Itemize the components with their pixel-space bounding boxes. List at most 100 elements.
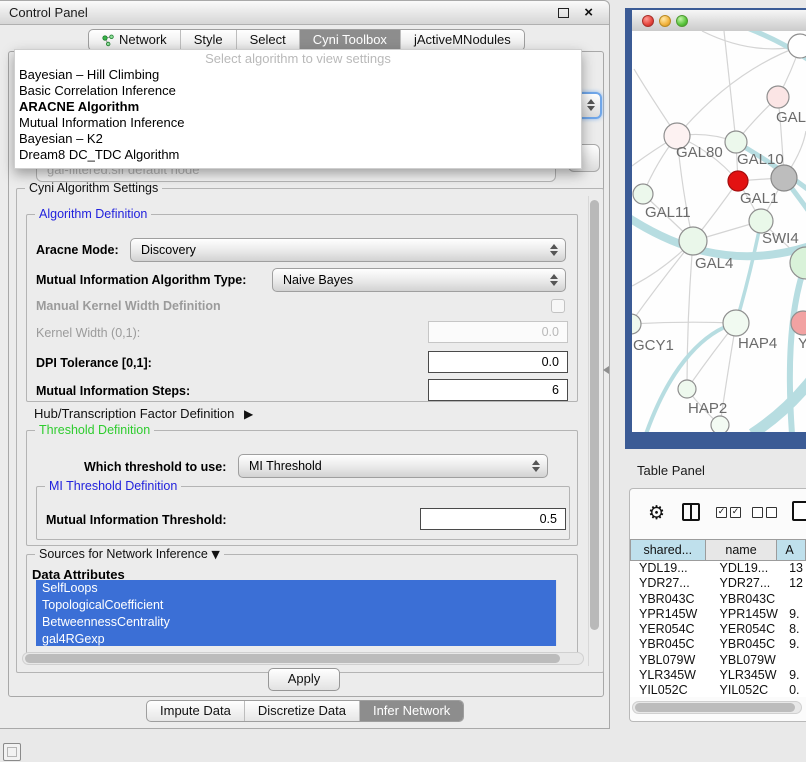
table-toolbar: ⚙ ✓ ✓ [630,495,806,531]
table-row[interactable]: YBR043CYBR043C [630,592,806,607]
label-gcy1: GCY1 [633,337,674,354]
which-threshold-combobox[interactable]: MI Threshold [238,454,548,478]
network-graph: GAL GAL80 GAL10 GAL1 GAL11 SWI4 GAL4 GCY… [632,31,806,432]
zoom-light-icon[interactable] [676,15,688,27]
node-gcy1[interactable] [632,314,641,334]
column-header-shared[interactable]: shared... [630,539,706,561]
dpi-tolerance-field[interactable]: 0.0 [428,351,568,373]
dpi-tolerance-value: 0.0 [542,355,559,369]
tab-cyni-toolbox[interactable]: Cyni Toolbox [299,30,400,50]
node-hap2[interactable] [678,380,696,398]
attribute-item[interactable]: gal4RGexp [36,631,556,646]
node-selected-red[interactable] [728,171,748,191]
column-header-partial[interactable]: A [777,539,806,561]
algorithm-popup-prompt: Select algorithm to view settings [15,50,581,67]
node-gal-partial[interactable] [767,86,789,108]
aracne-mode-combobox[interactable]: Discovery [130,238,566,262]
network-window-titlebar[interactable] [632,10,806,32]
combo-arrows-icon [549,273,559,287]
minimize-light-icon[interactable] [659,15,671,27]
network-canvas[interactable]: GAL GAL80 GAL10 GAL1 GAL11 SWI4 GAL4 GCY… [632,31,806,432]
close-icon[interactable]: × [584,3,593,23]
algorithm-option[interactable]: Bayesian – Hill Climbing [15,67,581,83]
sources-title[interactable]: Sources for Network Inference ▼ [35,547,224,562]
mi-threshold-title: MI Threshold Definition [45,479,181,494]
apply-button[interactable]: Apply [268,668,340,691]
document-icon[interactable] [792,501,806,521]
table-panel: ⚙ ✓ ✓ shared... name A YDL19...YDL19...1… [629,488,806,722]
network-icon [102,34,115,47]
table-row[interactable]: YBR045CYBR045C9. [630,637,806,652]
node-gray[interactable] [771,165,797,191]
select-all-icon[interactable]: ✓ [716,507,727,518]
column-header-name[interactable]: name [706,539,778,561]
tab-infer-network[interactable]: Infer Network [359,701,463,721]
tab-discretize-data[interactable]: Discretize Data [244,701,359,721]
mi-type-label: Mutual Information Algorithm Type: [36,273,246,287]
table-cell: 9. [787,607,806,622]
algorithm-option[interactable]: Basic Correlation Inference [15,83,581,99]
tab-style[interactable]: Style [180,30,236,50]
settings-scrollbar-thumb[interactable] [590,200,599,630]
algorithm-option[interactable]: Bayesian – K2 [15,131,581,147]
attribute-item[interactable]: BetweennessCentrality [36,614,556,631]
algorithm-definition-title: Algorithm Definition [35,207,151,222]
table-cell: 9. [787,637,806,652]
table-row[interactable]: YER054CYER054C8. [630,622,806,637]
gear-icon[interactable]: ⚙ [648,501,665,525]
node-hap4[interactable] [723,310,749,336]
tab-impute-data[interactable]: Impute Data [147,701,244,721]
deselect-all-icon[interactable] [752,507,763,518]
table-cell: YDL19... [711,561,788,576]
close-light-icon[interactable] [642,15,654,27]
data-attributes-list[interactable]: SelfLoopsTopologicalCoefficientBetweenne… [36,580,556,646]
docked-panel-icon[interactable] [3,743,21,761]
tab-jactivemnodules[interactable]: jActiveMNodules [400,30,524,50]
table-row[interactable]: YLR345WYLR345W9. [630,668,806,683]
mi-type-combobox[interactable]: Naive Bayes [272,268,566,292]
manual-kernel-checkbox[interactable] [551,299,565,313]
table-cell: YBR043C [711,592,788,607]
expand-arrow-icon: ▶ [244,407,253,421]
hub-definition-toggle[interactable]: Hub/Transcription Factor Definition ▶ [34,406,253,421]
tab-jactivemnodules-label: jActiveMNodules [414,30,511,50]
settings-hscrollbar-thumb[interactable] [25,654,560,663]
select-all-icon[interactable]: ✓ [730,507,741,518]
node-bottom-partial[interactable] [711,416,729,432]
table-cell: YBR045C [711,637,788,652]
algorithm-option[interactable]: Mutual Information Inference [15,115,581,131]
table-cell: YBR043C [630,592,711,607]
manual-kernel-label: Manual Kernel Width Definition [36,299,221,313]
columns-icon[interactable] [682,503,700,521]
node-gal11[interactable] [633,184,653,204]
kernel-width-label: Kernel Width (0,1): [36,326,140,340]
settings-vertical-scrollbar[interactable] [588,196,601,666]
node-unlabeled[interactable] [788,34,806,58]
kernel-width-field[interactable]: 0.0 [428,321,568,343]
node-gal10[interactable] [725,131,747,153]
table-row[interactable]: YDR27...YDR27...12 [630,576,806,591]
table-row[interactable]: YBL079WYBL079W [630,653,806,668]
algorithm-option[interactable]: ARACNE Algorithm [15,99,581,115]
control-panel-titlebar[interactable]: Control Panel × [0,1,609,25]
table-row[interactable]: YIL052CYIL052C0. [630,683,806,697]
settings-horizontal-scrollbar[interactable] [22,652,584,665]
splitter-collapse-icon[interactable] [603,366,609,374]
algorithm-option[interactable]: Dream8 DC_TDC Algorithm [15,147,581,163]
table-row[interactable]: YDL19...YDL19...13 [630,561,806,576]
float-window-icon[interactable] [558,8,569,18]
table-cell: 8. [787,622,806,637]
deselect-all-icon[interactable] [766,507,777,518]
tab-select[interactable]: Select [236,30,299,50]
table-row[interactable]: YPR145WYPR145W9. [630,607,806,622]
table-horizontal-scrollbar[interactable] [632,701,802,714]
attribute-item[interactable]: SelfLoops [36,580,556,597]
tab-network[interactable]: Network [89,30,180,50]
mi-threshold-field[interactable]: 0.5 [420,508,566,530]
tab-network-label: Network [119,30,167,50]
combo-arrows-icon [586,98,596,112]
table-hscrollbar-thumb[interactable] [635,703,795,712]
mi-steps-field[interactable]: 6 [428,379,568,401]
node-gal4[interactable] [679,227,707,255]
attribute-item[interactable]: TopologicalCoefficient [36,597,556,614]
